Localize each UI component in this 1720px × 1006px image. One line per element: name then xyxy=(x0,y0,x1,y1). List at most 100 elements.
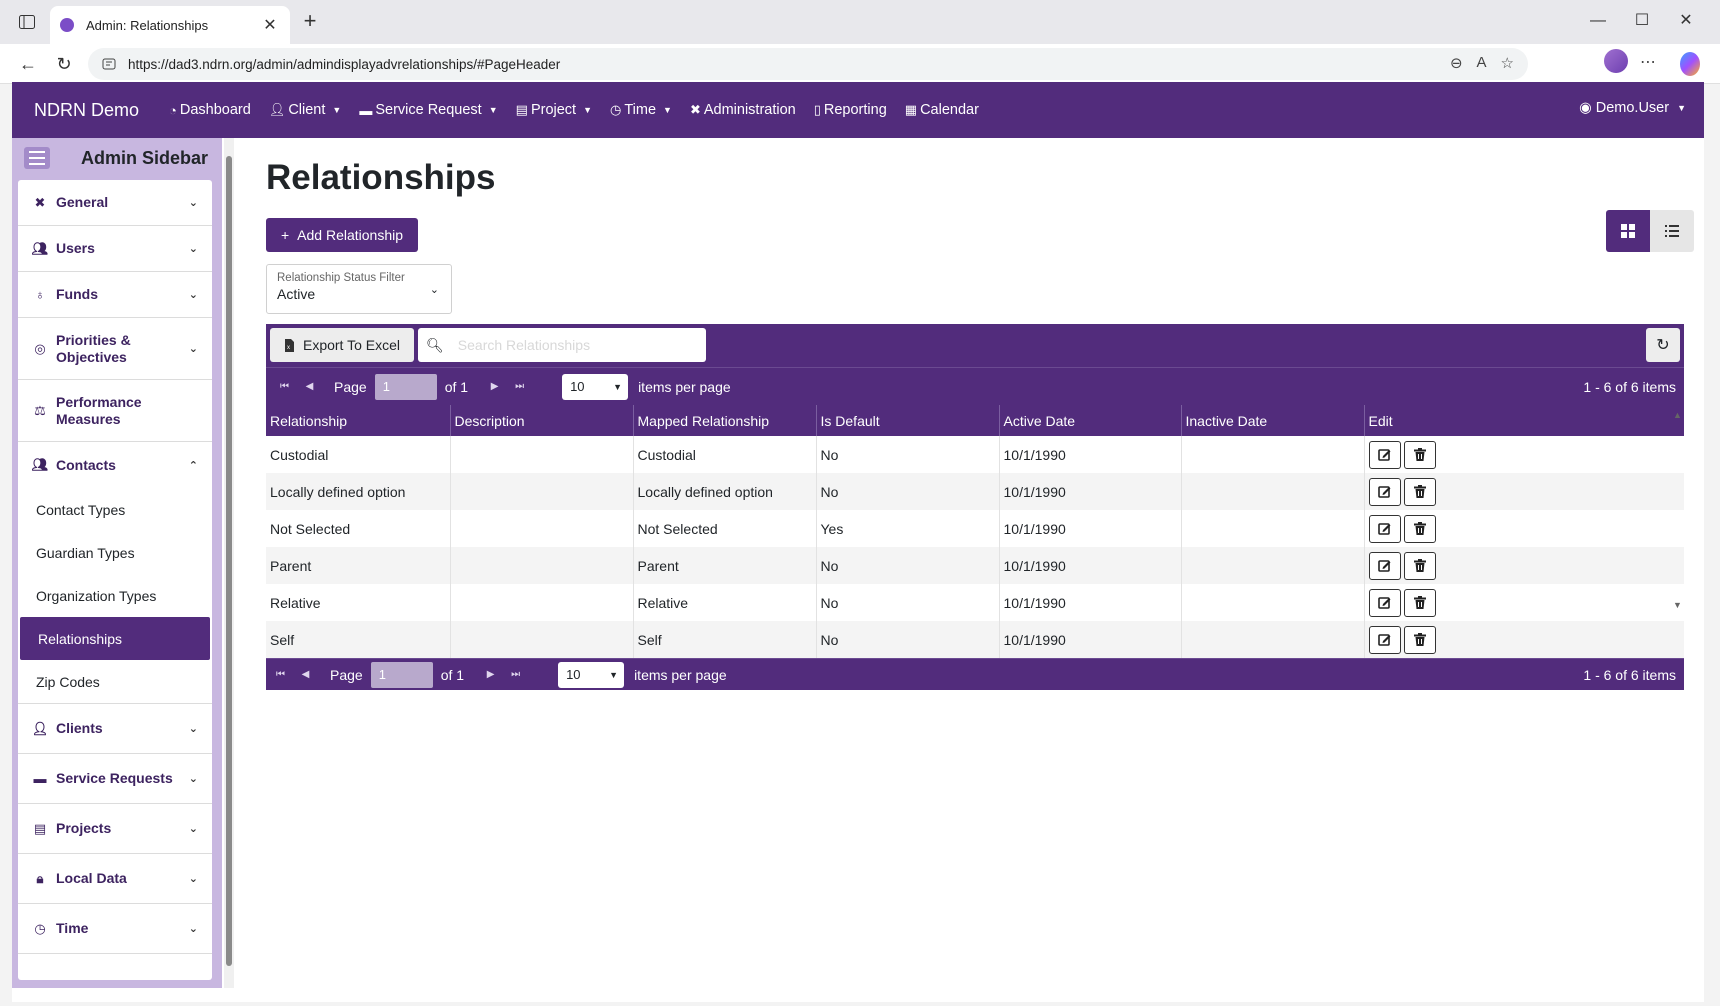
search-box[interactable]: 🔍︎ xyxy=(418,328,706,362)
delete-button[interactable] xyxy=(1403,551,1436,580)
delete-button[interactable] xyxy=(1403,477,1436,506)
reload-icon[interactable]: ↻ xyxy=(50,52,78,76)
column-header[interactable]: Mapped Relationship xyxy=(632,405,816,436)
table-row[interactable]: Relative Relative No 10/1/1990 xyxy=(266,584,1684,621)
sidebar-item-service-requests[interactable]: ▬ Service Requests ⌄ xyxy=(18,754,212,804)
first-page-icon[interactable]: ⏮ xyxy=(272,381,297,392)
sidebar-item-relationships[interactable]: Relationships xyxy=(20,617,210,660)
sidebar-item-clients[interactable]: 👤︎ Clients ⌄ xyxy=(18,704,212,754)
sidebar-scrollbar[interactable] xyxy=(224,138,234,988)
zoom-icon[interactable]: ⊖ xyxy=(1450,54,1463,72)
sidebar-item-guardian-types[interactable]: Guardian Types xyxy=(18,531,212,574)
prev-page-icon[interactable]: ◀ xyxy=(293,669,318,680)
delete-button[interactable] xyxy=(1403,588,1436,617)
edit-button[interactable] xyxy=(1368,477,1401,506)
address-bar[interactable]: https://dad3.ndrn.org/admin/admindisplay… xyxy=(88,48,1528,80)
nav-project[interactable]: ▤ Project ▼ xyxy=(516,102,592,118)
next-page-icon[interactable]: ▶ xyxy=(478,669,503,680)
list-view-button[interactable] xyxy=(1650,210,1694,252)
export-to-excel-button[interactable]: x Export To Excel xyxy=(270,328,414,362)
refresh-button[interactable]: ↻ xyxy=(1646,328,1680,362)
close-icon[interactable]: ✕ xyxy=(260,15,280,35)
maximize-icon[interactable]: ☐ xyxy=(1620,8,1664,34)
nav-administration[interactable]: ✖ Administration xyxy=(690,102,796,118)
back-icon[interactable]: ← xyxy=(14,52,42,76)
edit-button[interactable] xyxy=(1368,588,1401,617)
window-close-icon[interactable]: ✕ xyxy=(1664,8,1708,34)
sidebar-item-local-data[interactable]: 🔒︎ Local Data ⌄ xyxy=(18,854,212,904)
copilot-icon[interactable] xyxy=(1680,52,1700,76)
table-scrollbar[interactable]: ▲ ▼ xyxy=(1670,410,1684,740)
more-menu-icon[interactable]: ⋯ xyxy=(1640,52,1656,76)
url-text: https://dad3.ndrn.org/admin/admindisplay… xyxy=(128,56,561,72)
last-page-icon[interactable]: ⏭ xyxy=(503,669,528,680)
nav-time[interactable]: ◷ Time ▼ xyxy=(610,102,672,118)
browser-tab[interactable]: Admin: Relationships ✕ xyxy=(50,6,290,44)
read-aloud-icon[interactable]: A xyxy=(1477,54,1487,72)
edit-button[interactable] xyxy=(1368,514,1401,543)
delete-button[interactable] xyxy=(1403,514,1436,543)
add-relationship-button[interactable]: + Add Relationship xyxy=(266,218,418,252)
table-cell: Yes xyxy=(815,510,999,547)
page-input[interactable]: 1 xyxy=(374,373,437,400)
edit-button[interactable] xyxy=(1368,551,1401,580)
nav-service-request[interactable]: ▬ Service Request ▼ xyxy=(359,102,497,118)
delete-button[interactable] xyxy=(1403,440,1436,469)
table-cell: No xyxy=(815,436,999,473)
table-cell: No xyxy=(815,473,999,510)
new-tab-icon[interactable]: + xyxy=(298,10,322,34)
site-info-icon[interactable] xyxy=(102,57,116,71)
sidebar-item-zip-codes[interactable]: Zip Codes xyxy=(18,660,212,703)
nav-client[interactable]: 👤︎ Client ▼ xyxy=(269,102,342,118)
sidebar-item-contact-types[interactable]: Contact Types xyxy=(18,488,212,531)
user-menu[interactable]: ◉ Demo.User ▼ xyxy=(1579,100,1686,116)
grid-view-button[interactable] xyxy=(1606,210,1650,252)
sidebar-item-time[interactable]: ◷ Time ⌄ xyxy=(18,904,212,954)
minimize-icon[interactable]: — xyxy=(1576,8,1620,34)
nav-dashboard[interactable]: ◔ Dashboard xyxy=(169,102,251,118)
table-row[interactable]: Custodial Custodial No 10/1/1990 xyxy=(266,436,1684,473)
prev-page-icon[interactable]: ◀ xyxy=(297,381,322,392)
sidebar-toggle-icon[interactable] xyxy=(16,12,38,32)
next-page-icon[interactable]: ▶ xyxy=(482,381,507,392)
sidebar-item-users[interactable]: 👥︎ Users ⌄ xyxy=(18,226,212,272)
table-row[interactable]: Not Selected Not Selected Yes 10/1/1990 xyxy=(266,510,1684,547)
browser-profile-avatar[interactable] xyxy=(1604,49,1628,73)
edit-button[interactable] xyxy=(1368,440,1401,469)
sidebar-item-priorities[interactable]: ◎ Priorities & Objectives ⌄ xyxy=(18,318,212,380)
favorite-star-icon[interactable]: ☆ xyxy=(1501,54,1514,72)
nav-reporting[interactable]: ▯ Reporting xyxy=(814,102,887,118)
nav-calendar[interactable]: ▦ Calendar xyxy=(905,102,979,118)
edit-icon xyxy=(1378,597,1391,609)
sidebar-item-projects[interactable]: ▤ Projects ⌄ xyxy=(18,804,212,854)
search-icon: 🔍︎ xyxy=(426,336,444,353)
edit-button[interactable] xyxy=(1368,625,1401,654)
column-header[interactable]: Active Date xyxy=(998,405,1181,436)
page-size-select[interactable]: 10 ▼ xyxy=(562,373,629,400)
hamburger-icon[interactable] xyxy=(24,147,50,169)
scroll-down-icon[interactable]: ▼ xyxy=(1673,600,1682,610)
page-size-select[interactable]: 10 ▼ xyxy=(558,661,625,688)
column-header[interactable]: Inactive Date xyxy=(1180,405,1364,436)
sidebar-item-organization-types[interactable]: Organization Types xyxy=(18,574,212,617)
first-page-icon[interactable]: ⏮ xyxy=(268,669,293,680)
table-row[interactable]: Parent Parent No 10/1/1990 xyxy=(266,547,1684,584)
brand-link[interactable]: NDRN Demo xyxy=(34,100,139,121)
table-row[interactable]: Locally defined option Locally defined op… xyxy=(266,473,1684,510)
page-input[interactable]: 1 xyxy=(370,661,433,688)
column-header[interactable]: Relationship xyxy=(266,405,450,436)
column-header[interactable]: Description xyxy=(449,405,633,436)
sidebar-item-funds[interactable]: ♁ Funds ⌄ xyxy=(18,272,212,318)
scroll-up-icon[interactable]: ▲ xyxy=(1673,410,1682,420)
relationship-status-filter[interactable]: Relationship Status Filter Active ⌄ xyxy=(266,264,452,314)
table-row[interactable]: Self Self No 10/1/1990 xyxy=(266,621,1684,658)
last-page-icon[interactable]: ⏭ xyxy=(507,381,532,392)
scrollbar-thumb[interactable] xyxy=(226,156,232,966)
sidebar-item-contacts[interactable]: 👥︎ Contacts ⌃ xyxy=(18,442,212,488)
sidebar-item-performance[interactable]: ⚖ Performance Measures xyxy=(18,380,212,442)
delete-button[interactable] xyxy=(1403,625,1436,654)
column-header[interactable]: Is Default xyxy=(815,405,999,436)
search-input[interactable] xyxy=(457,337,698,353)
sidebar-item-general[interactable]: ✖ General ⌄ xyxy=(18,180,212,226)
table-cell xyxy=(449,621,633,658)
